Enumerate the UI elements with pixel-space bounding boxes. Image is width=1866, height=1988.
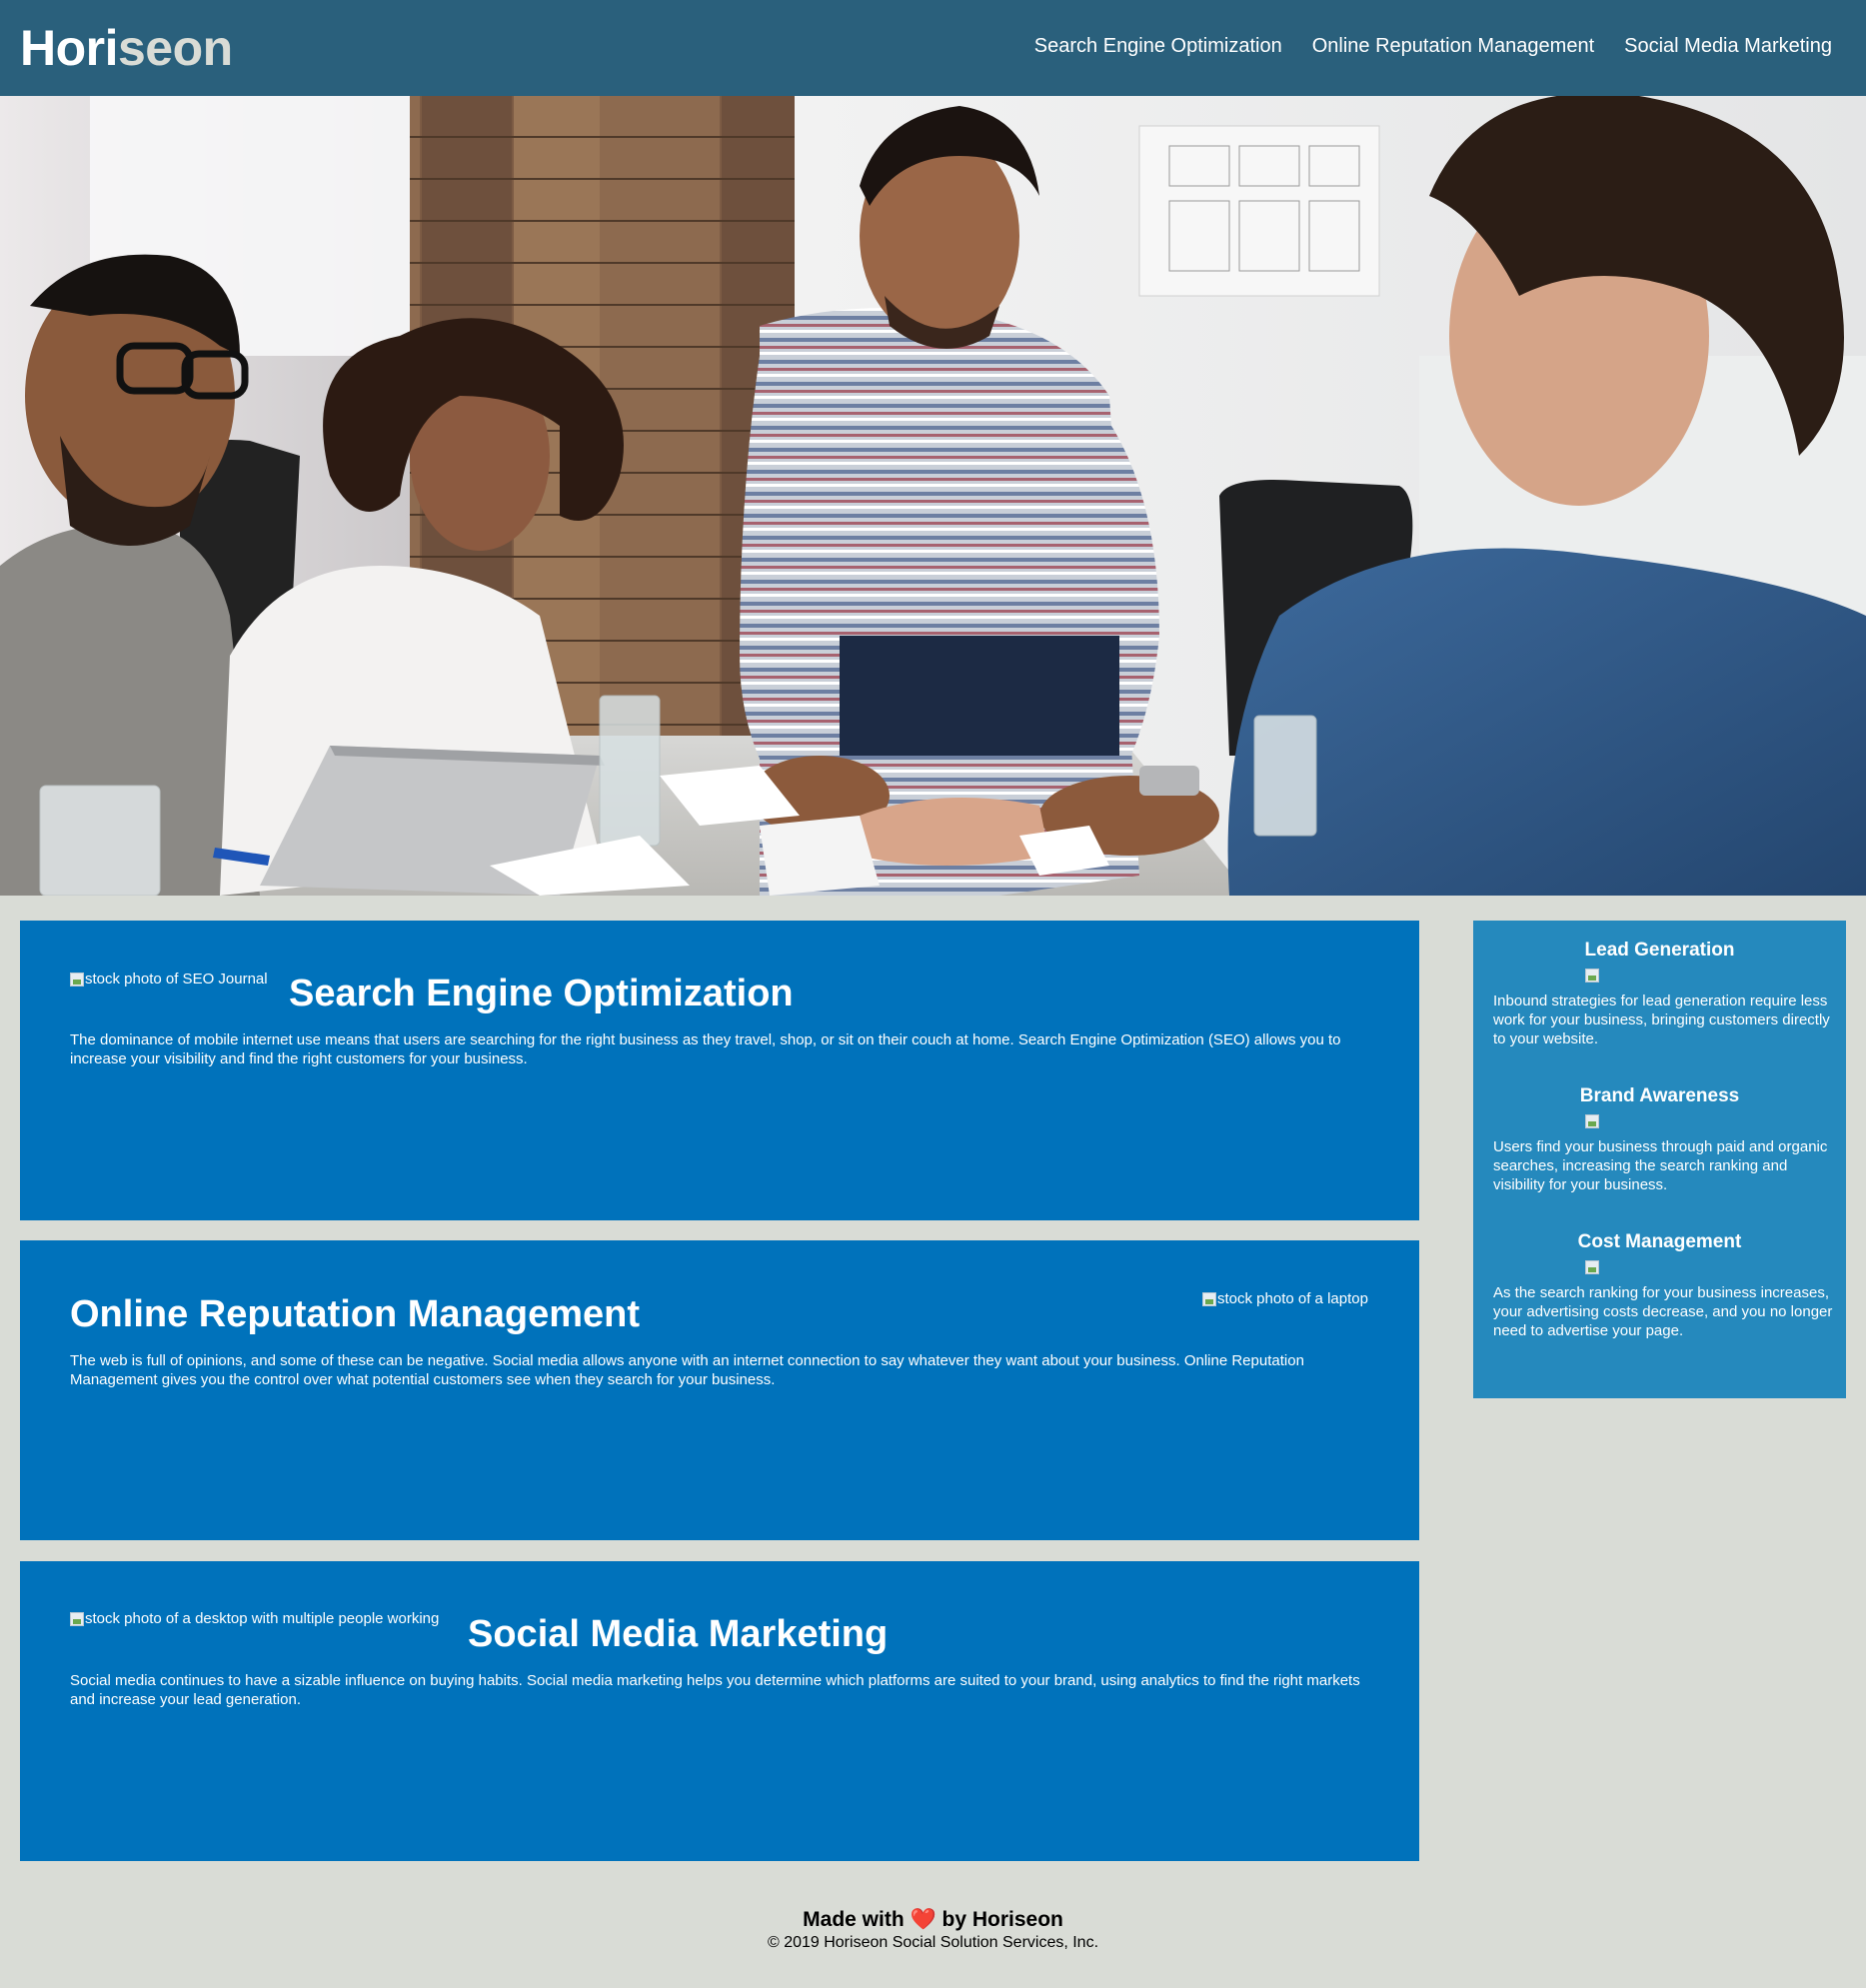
seo-image-alt-text: stock photo of SEO Journal [85, 971, 268, 988]
nav-link-seo[interactable]: Search Engine Optimization [1034, 30, 1282, 62]
benefit-text: As the search ranking for your business … [1493, 1284, 1833, 1339]
section-online-reputation-management: Online Reputation Management stock photo… [20, 1240, 1419, 1540]
footer-made-prefix: Made with [803, 1908, 905, 1931]
orm-image: stock photo of a laptop [1202, 1290, 1368, 1307]
broken-image-icon [70, 972, 84, 987]
orm-heading: Online Reputation Management [70, 1293, 641, 1335]
benefit-title: Brand Awareness [1579, 1085, 1740, 1106]
brand-awareness-icon [1585, 1114, 1599, 1128]
site-header: Horiseon Search Engine Optimization Onli… [0, 0, 1866, 96]
nav-link-smm[interactable]: Social Media Marketing [1624, 30, 1832, 62]
benefit-brand-awareness: Brand Awareness Users find your business… [1473, 1084, 1846, 1193]
hero-photo-illustration [0, 96, 1866, 896]
smm-heading: Social Media Marketing [468, 1613, 889, 1655]
footer-made-with: Made with ❤️ by Horiseon [0, 1907, 1866, 1933]
cost-management-icon [1585, 1260, 1599, 1274]
orm-image-alt-text: stock photo of a laptop [1217, 1290, 1368, 1307]
benefit-lead-generation: Lead Generation Inbound strategies for l… [1473, 939, 1846, 1047]
nav-link-orm[interactable]: Online Reputation Management [1312, 30, 1594, 62]
seo-image: stock photo of SEO Journal [70, 971, 268, 988]
lead-generation-icon [1585, 969, 1599, 983]
logo-main: Hori [20, 20, 119, 76]
seo-heading: Search Engine Optimization [289, 973, 794, 1014]
main-nav: Search Engine Optimization Online Reputa… [1034, 30, 1832, 62]
benefit-cost-management: Cost Management As the search ranking fo… [1473, 1230, 1846, 1339]
hero-image [0, 96, 1866, 896]
smm-image: stock photo of a desktop with multiple p… [70, 1610, 439, 1627]
logo-accent: seon [118, 20, 233, 76]
broken-image-icon [1202, 1291, 1216, 1306]
benefit-title: Cost Management [1577, 1231, 1742, 1252]
benefits-sidebar: Lead Generation Inbound strategies for l… [1473, 921, 1846, 1398]
broken-image-icon [70, 1611, 84, 1626]
benefit-title: Lead Generation [1584, 940, 1735, 961]
smm-paragraph: Social media continues to have a sizable… [70, 1672, 1360, 1708]
benefit-text: Users find your business through paid an… [1493, 1138, 1828, 1193]
benefit-text: Inbound strategies for lead generation r… [1493, 993, 1830, 1047]
site-footer: Made with ❤️ by Horiseon © 2019 Horiseon… [0, 1907, 1866, 1953]
heart-icon: ❤️ [910, 1908, 936, 1931]
section-search-engine-optimization: stock photo of SEO Journal Search Engine… [20, 921, 1419, 1220]
section-social-media-marketing: stock photo of a desktop with multiple p… [20, 1561, 1419, 1861]
footer-copyright: © 2019 Horiseon Social Solution Services… [767, 1934, 1099, 1951]
smm-image-alt-text: stock photo of a desktop with multiple p… [85, 1610, 440, 1627]
orm-paragraph: The web is full of opinions, and some of… [70, 1352, 1304, 1388]
footer-made-suffix: by Horiseon [941, 1908, 1063, 1931]
site-logo[interactable]: Horiseon [20, 18, 233, 78]
seo-paragraph: The dominance of mobile internet use mea… [70, 1031, 1341, 1067]
